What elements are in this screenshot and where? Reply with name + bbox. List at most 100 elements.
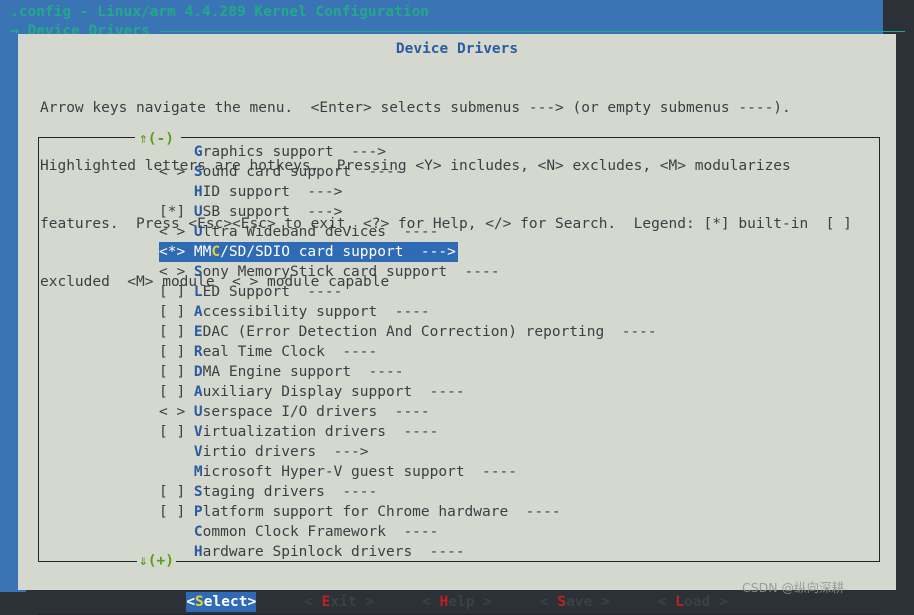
menu-item-submenu-arrow: ----: [289, 284, 343, 300]
menu-item-state: [159, 144, 194, 160]
menu-item[interactable]: [ ] LED Support ----: [159, 282, 464, 302]
menu-item[interactable]: Hardware Spinlock drivers ----: [159, 542, 465, 562]
menu-item-state: [ ]: [159, 344, 194, 360]
button-bracket-open: <: [186, 594, 196, 610]
help-button[interactable]: < Help >: [422, 592, 492, 612]
menu-item[interactable]: < > Userspace I/O drivers ----: [159, 402, 464, 422]
menu-item-label: irtualization drivers: [202, 424, 386, 440]
menu-item-state: [159, 464, 194, 480]
menu-item[interactable]: [ ] Virtualization drivers ----: [159, 422, 464, 442]
menu-item-selected[interactable]: <*> MMC/SD/SDIO card support --->: [159, 242, 458, 262]
menu-item-submenu-arrow: ----: [324, 484, 378, 500]
menu-item-label: ID support: [202, 184, 290, 200]
button-label: elp: [448, 594, 475, 610]
menu-item[interactable]: < > Sound card support ----: [159, 162, 464, 182]
menu-item-state: [ ]: [159, 364, 194, 380]
exit-button[interactable]: < Exit >: [304, 592, 374, 612]
menu-item-hotkey: G: [193, 144, 203, 160]
button-label: xit: [330, 594, 357, 610]
button-label: ave: [566, 594, 593, 610]
menu-item-submenu-arrow: ----: [385, 524, 439, 540]
menu-item-hotkey: U: [193, 204, 203, 220]
menu-item[interactable]: HID support --->: [159, 182, 464, 202]
menu-item-submenu-arrow: ----: [604, 324, 657, 340]
menu-item-state: [ ]: [159, 504, 194, 520]
menu-item[interactable]: [ ] Auxiliary Display support ----: [159, 382, 465, 402]
menu-item-label: DAC (Error Detection And Correction) rep…: [202, 324, 605, 340]
button-bracket-close: >: [710, 594, 728, 610]
menu-item-state: [ ]: [159, 304, 194, 320]
menu-item[interactable]: < > Ultra Wideband devices ----: [159, 222, 464, 242]
menu-item[interactable]: < > Sony MemoryStick card support ----: [159, 262, 499, 282]
menu-item-label: ardware Spinlock drivers: [202, 544, 413, 560]
menu-item-label: taging drivers: [202, 484, 325, 500]
menu-item-submenu-arrow: ----: [385, 224, 439, 240]
menu-item-state: [159, 184, 194, 200]
menu-item-hotkey: E: [193, 324, 203, 340]
menu-item[interactable]: [ ] EDAC (Error Detection And Correction…: [159, 322, 657, 342]
menu-item-hotkey: D: [193, 364, 203, 380]
button-bracket-close: >: [356, 594, 375, 610]
menu-item-label: ony MemoryStick card support: [202, 264, 448, 280]
load-button[interactable]: < Load >: [658, 592, 728, 612]
menu-item-hotkey: V: [193, 444, 203, 460]
menu-item-submenu-arrow: ----: [351, 164, 404, 180]
menu-item[interactable]: [ ] Real Time Clock ----: [159, 342, 464, 362]
button-bracket-open: <: [304, 594, 322, 610]
menu-item-state: < >: [159, 164, 194, 180]
menu-item-hotkey: A: [193, 384, 203, 400]
menu-item-submenu-arrow: ----: [508, 504, 561, 520]
menu-item-submenu-arrow: ----: [412, 544, 465, 560]
menu-item-state: [159, 544, 194, 560]
button-hotkey: S: [557, 594, 567, 610]
button-bracket-open: <: [657, 594, 676, 610]
button-bracket-close: >: [247, 594, 257, 610]
menu-item-hotkey: H: [193, 184, 203, 200]
menu-list: Graphics support ---> < > Sound card supp…: [159, 142, 859, 562]
menu-item-hotkey: R: [193, 344, 203, 360]
menu-item-hotkey: M: [193, 464, 203, 480]
menu-item[interactable]: Graphics support --->: [159, 142, 464, 162]
menu-item[interactable]: [ ] DMA Engine support ----: [159, 362, 464, 382]
menu-item-submenu-arrow: ----: [351, 364, 404, 380]
menu-item-submenu-arrow: ----: [324, 344, 378, 360]
menu-item[interactable]: [ ] Staging drivers ----: [159, 482, 464, 502]
menu-item[interactable]: Virtio drivers --->: [159, 442, 464, 462]
menu-item-hotkey: L: [193, 284, 203, 300]
menu-item-hotkey: U: [193, 224, 203, 240]
menu-item[interactable]: [*] USB support --->: [159, 202, 464, 222]
menu-item-hotkey: S: [193, 164, 203, 180]
help-line: Arrow keys navigate the menu. <Enter> se…: [40, 100, 791, 116]
menu-item-submenu-arrow: ----: [377, 304, 430, 320]
button-bracket-open: <: [422, 594, 440, 610]
menu-item-state: [159, 524, 194, 540]
menu-item[interactable]: Common Clock Framework ----: [159, 522, 464, 542]
menu-item-state: [ ]: [159, 384, 194, 400]
menu-item-submenu-arrow: --->: [333, 144, 386, 160]
menu-item-submenu-arrow: ----: [447, 264, 500, 280]
menu-item-label: MA Engine support: [202, 364, 352, 380]
save-button[interactable]: < Save >: [540, 592, 610, 612]
menu-item-label: ommon Clock Framework: [202, 524, 386, 540]
menu-item-label: eal Time Clock: [202, 344, 325, 360]
menu-item-hotkey: S: [193, 484, 203, 500]
menu-item[interactable]: [ ] Platform support for Chrome hardware…: [159, 502, 561, 522]
menu-item-submenu-arrow: ----: [464, 464, 517, 480]
menu-item[interactable]: Microsoft Hyper-V guest support ----: [159, 462, 517, 482]
menu-item-label: SB support: [202, 204, 290, 220]
menu-item-hotkey: U: [193, 404, 203, 420]
menu-item-state: < >: [159, 404, 194, 420]
menu-item[interactable]: [ ] Accessibility support ----: [159, 302, 464, 322]
menu-item-hotkey: H: [193, 544, 203, 560]
menu-item-state: <*>: [159, 244, 194, 260]
menu-item-label: /SD/SDIO card support: [220, 244, 404, 260]
menu-item-label: raphics support: [202, 144, 334, 160]
menu-item-submenu-arrow: --->: [289, 184, 343, 200]
menu-item-label: latform support for Chrome hardware: [202, 504, 509, 520]
button-hotkey: S: [195, 594, 204, 610]
menu-item-state: [ ]: [159, 424, 194, 440]
menu-item-hotkey: S: [193, 264, 203, 280]
menu-item-hotkey: V: [193, 424, 203, 440]
menu-item-hotkey: C: [211, 244, 221, 260]
select-button[interactable]: <Select>: [186, 592, 257, 612]
